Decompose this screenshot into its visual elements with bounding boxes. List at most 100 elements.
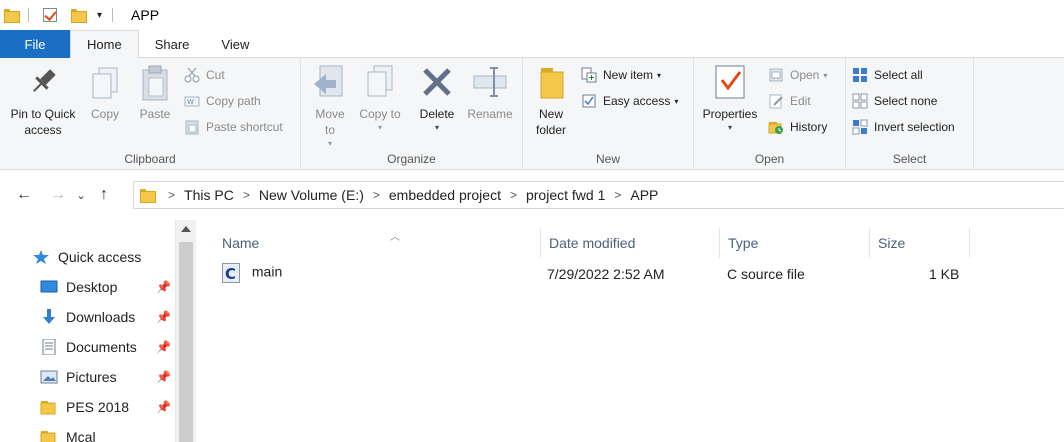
forward-button[interactable]: → (44, 180, 72, 210)
cut-label: Cut (206, 68, 225, 82)
navigation-pane-scrollbar[interactable] (175, 220, 196, 442)
divider (112, 8, 114, 22)
tab-file[interactable]: File (0, 30, 70, 58)
column-header-type[interactable]: Type (720, 228, 870, 258)
folder-icon (4, 9, 20, 23)
file-date: 7/29/2022 2:52 AM (547, 266, 665, 282)
pin-icon[interactable]: 📌 (156, 340, 171, 354)
new-folder-button[interactable]: New folder (527, 62, 575, 138)
breadcrumb-new-volume[interactable]: New Volume (E:) (259, 187, 364, 203)
column-header-label: Size (878, 235, 906, 251)
back-arrow-icon: ← (16, 186, 32, 203)
pin-icon[interactable]: 📌 (156, 280, 171, 294)
customize-toolbar-icon[interactable]: ▾ (97, 10, 102, 21)
file-list: ︿ Name Date modified Type Size C main 7/… (196, 220, 1064, 442)
file-size: 1 KB (929, 266, 960, 282)
recent-locations-button[interactable]: ⌄ (72, 180, 90, 210)
dropdown-arrow-icon: ▾ (823, 70, 828, 80)
chevron-right-icon[interactable]: > (168, 188, 175, 202)
invert-selection-icon (852, 119, 868, 135)
folder-icon (40, 399, 58, 415)
column-header-name[interactable]: ︿ Name (214, 228, 541, 258)
tab-share[interactable]: Share (139, 30, 206, 58)
copy-path-icon: W (184, 93, 200, 109)
sidebar-item-label: Desktop (66, 279, 118, 295)
column-header-label: Date modified (549, 235, 636, 251)
cut-button[interactable]: Cut (184, 64, 225, 86)
paste-shortcut-button[interactable]: Paste shortcut (184, 116, 283, 138)
svg-text:W: W (187, 98, 194, 106)
copy-path-button[interactable]: W Copy path (184, 90, 261, 112)
folder-icon (40, 429, 58, 442)
sidebar-item-pictures[interactable]: Pictures 📌 (40, 362, 175, 392)
chevron-right-icon[interactable]: > (510, 188, 517, 202)
select-none-button[interactable]: Select none (852, 90, 937, 112)
sidebar-item-desktop[interactable]: Desktop 📌 (40, 272, 175, 302)
dropdown-arrow-icon: ▾ (657, 70, 662, 80)
new-group: New folder New item ▾ Easy access ▾ New (523, 58, 694, 170)
copy-to-button[interactable]: Copy to ▾ (359, 62, 401, 136)
history-button[interactable]: History (768, 116, 827, 138)
invert-selection-button[interactable]: Invert selection (852, 116, 955, 138)
sidebar-item-quick-access[interactable]: Quick access (32, 242, 175, 272)
up-button[interactable]: ↑ (90, 180, 118, 210)
select-none-icon (852, 93, 868, 109)
back-button[interactable]: ← (10, 180, 38, 210)
pin-icon[interactable]: 📌 (156, 310, 171, 324)
delete-button[interactable]: Delete ▾ (413, 62, 461, 136)
column-header-size[interactable]: Size (870, 228, 970, 258)
select-all-button[interactable]: Select all (852, 64, 923, 86)
clipboard-group-label: Clipboard (124, 152, 176, 166)
tab-view[interactable]: View (205, 30, 265, 58)
tab-home[interactable]: Home (70, 30, 139, 59)
dropdown-arrow-icon: ▾ (727, 123, 732, 132)
open-icon (768, 67, 784, 83)
move-to-icon (312, 62, 348, 102)
move-to-button[interactable]: Move to ▾ (309, 62, 351, 152)
quick-access-toolbar: ▾ (0, 0, 102, 30)
address-bar[interactable]: > This PC > New Volume (E:) > embedded p… (133, 181, 1064, 209)
pin-icon[interactable]: 📌 (156, 370, 171, 384)
clipboard-group: Pin to Quick access Copy Paste Cut W Cop… (0, 58, 301, 170)
file-type: C source file (727, 266, 805, 282)
edit-button[interactable]: Edit (768, 90, 811, 112)
open-group-label: Open (754, 152, 785, 166)
breadcrumb-app[interactable]: APP (630, 187, 658, 203)
chevron-right-icon[interactable]: > (243, 188, 250, 202)
properties-icon (712, 62, 748, 102)
dropdown-arrow-icon: ▾ (377, 123, 382, 132)
table-row[interactable]: C main 7/29/2022 2:52 AM C source file 1… (214, 262, 974, 288)
new-item-icon (581, 67, 597, 83)
chevron-right-icon[interactable]: > (614, 188, 621, 202)
sidebar-item-pes-2018[interactable]: PES 2018 📌 (40, 392, 175, 422)
sidebar-item-mcal[interactable]: Mcal (40, 422, 175, 442)
breadcrumb-embedded-project[interactable]: embedded project (389, 187, 501, 203)
chevron-right-icon[interactable]: > (373, 188, 380, 202)
pin-icon[interactable]: 📌 (156, 400, 171, 414)
sidebar-item-documents[interactable]: Documents 📌 (40, 332, 175, 362)
paste-icon (137, 62, 173, 102)
select-none-label: Select none (874, 94, 938, 108)
new-folder-quick-icon[interactable] (71, 9, 87, 23)
sidebar-item-downloads[interactable]: Downloads 📌 (40, 302, 175, 332)
sidebar-item-label: Downloads (66, 309, 136, 325)
easy-access-button[interactable]: Easy access ▾ (581, 90, 678, 112)
properties-button[interactable]: Properties ▾ (696, 62, 764, 136)
rename-button[interactable]: Rename (463, 62, 517, 122)
copy-button[interactable]: Copy (84, 62, 126, 122)
new-item-button[interactable]: New item ▾ (581, 64, 661, 86)
breadcrumb-this-pc[interactable]: This PC (184, 187, 234, 203)
copy-path-label: Copy path (206, 94, 261, 108)
pin-to-quick-access-button[interactable]: Pin to Quick access (4, 62, 82, 138)
paste-button[interactable]: Paste (132, 62, 178, 122)
desktop-icon (40, 279, 58, 295)
breadcrumb-project-fwd-1[interactable]: project fwd 1 (526, 187, 605, 203)
properties-quick-icon[interactable] (43, 8, 57, 22)
forward-arrow-icon: → (50, 186, 66, 203)
scroll-up-icon[interactable] (181, 226, 191, 232)
open-button[interactable]: Open ▾ (768, 64, 827, 86)
column-header-date[interactable]: Date modified (541, 228, 720, 258)
pictures-icon (40, 369, 58, 385)
scrollbar-thumb[interactable] (179, 242, 193, 442)
sidebar-item-label: Pictures (66, 369, 117, 385)
